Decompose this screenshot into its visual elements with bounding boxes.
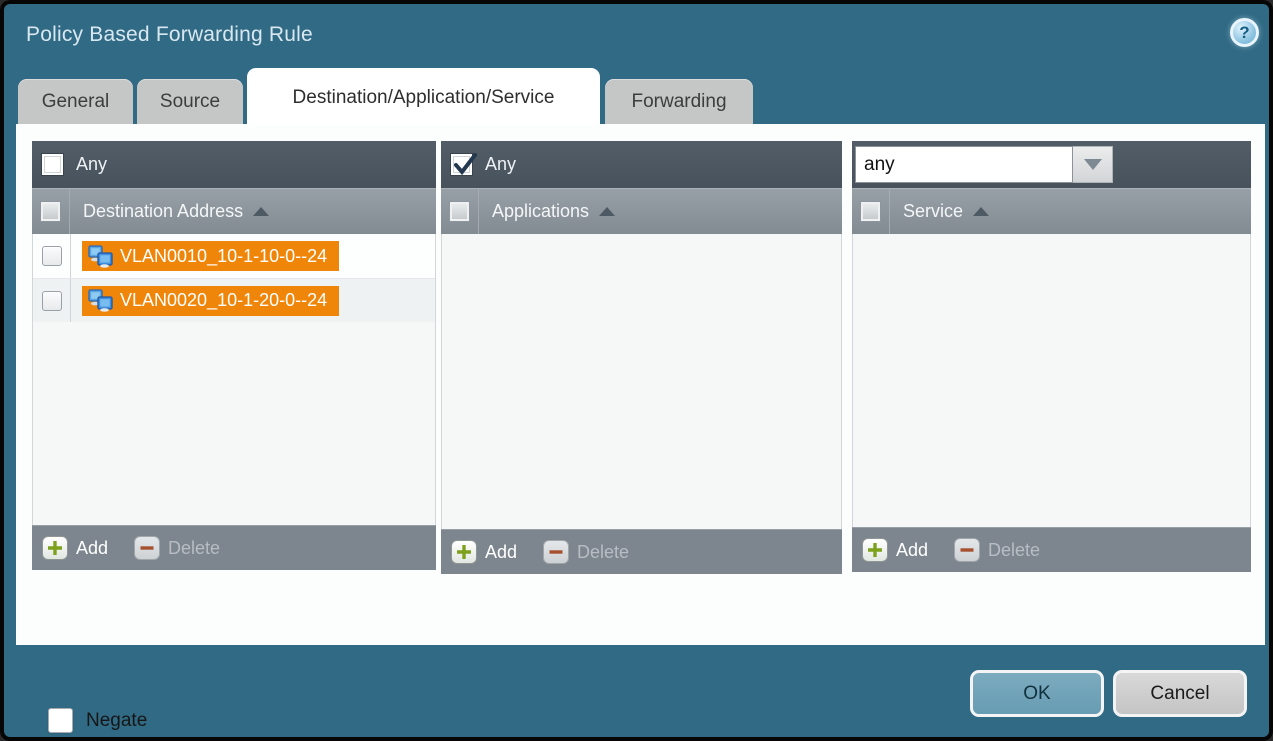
address-object-vlan0020[interactable]: VLAN0020_10-1-20-0--24 xyxy=(82,286,339,316)
checkmark-icon xyxy=(452,152,478,178)
service-header-label: Service xyxy=(903,201,963,222)
address-object-vlan0010[interactable]: VLAN0010_10-1-10-0--24 xyxy=(82,241,339,271)
delete-label: Delete xyxy=(168,538,220,559)
service-toolbar: Add Delete xyxy=(852,527,1251,572)
tab-general[interactable]: General xyxy=(18,79,133,125)
delete-icon xyxy=(954,538,980,562)
applications-column: Any Applications Add xyxy=(441,141,842,574)
add-button[interactable]: Add xyxy=(451,540,517,564)
destination-toolbar: Add Delete xyxy=(32,525,436,570)
applications-any-label: Any xyxy=(485,154,516,175)
delete-label: Delete xyxy=(577,542,629,563)
row-checkbox[interactable] xyxy=(42,246,62,266)
destination-address-column: Any Destination Address xyxy=(32,141,436,570)
sort-ascending-icon xyxy=(253,207,269,216)
negate-label: Negate xyxy=(86,710,147,732)
screenshot-frame: Policy Based Forwarding Rule ? General S… xyxy=(0,0,1273,741)
header-divider xyxy=(69,189,70,234)
add-icon xyxy=(862,538,888,562)
applications-any-bar: Any xyxy=(441,141,842,188)
tab-forwarding[interactable]: Forwarding xyxy=(605,79,753,125)
header-divider xyxy=(889,189,890,234)
add-icon xyxy=(42,536,68,560)
header-divider xyxy=(478,189,479,234)
tab-source[interactable]: Source xyxy=(137,79,243,125)
applications-select-all-checkbox[interactable] xyxy=(450,202,469,221)
destination-any-bar: Any xyxy=(32,141,436,188)
address-object-label: VLAN0020_10-1-20-0--24 xyxy=(120,290,327,311)
negate-checkbox[interactable] xyxy=(48,708,73,733)
add-label: Add xyxy=(76,538,108,559)
destination-column-header[interactable]: Destination Address xyxy=(32,188,436,234)
sort-ascending-icon xyxy=(973,207,989,216)
delete-button[interactable]: Delete xyxy=(134,536,220,560)
applications-any-checkbox[interactable] xyxy=(450,153,473,176)
applications-column-header[interactable]: Applications xyxy=(441,188,842,234)
delete-button[interactable]: Delete xyxy=(543,540,629,564)
service-combobox xyxy=(855,146,1113,183)
applications-toolbar: Add Delete xyxy=(441,529,842,574)
destination-any-label: Any xyxy=(76,154,107,175)
service-column-header[interactable]: Service xyxy=(852,188,1251,234)
dialog-title: Policy Based Forwarding Rule xyxy=(26,23,313,47)
tab-destination-application-service[interactable]: Destination/Application/Service xyxy=(247,68,600,125)
cancel-button[interactable]: Cancel xyxy=(1113,670,1247,717)
delete-button[interactable]: Delete xyxy=(954,538,1040,562)
destination-select-all-checkbox[interactable] xyxy=(41,202,60,221)
delete-label: Delete xyxy=(988,540,1040,561)
service-column: Service Add Delete xyxy=(852,141,1251,572)
help-icon[interactable]: ? xyxy=(1230,18,1259,47)
applications-list xyxy=(441,234,842,529)
network-address-icon xyxy=(87,245,114,268)
add-icon xyxy=(451,540,477,564)
row-checkbox[interactable] xyxy=(42,291,62,311)
add-label: Add xyxy=(896,540,928,561)
destination-list: VLAN0010_10-1-10-0--24 xyxy=(32,234,436,525)
table-row: VLAN0010_10-1-10-0--24 xyxy=(33,234,435,278)
applications-header-label: Applications xyxy=(492,201,589,222)
service-selector-bar xyxy=(852,141,1251,188)
service-combobox-input[interactable] xyxy=(855,146,1073,183)
pbf-rule-dialog: Policy Based Forwarding Rule ? General S… xyxy=(4,4,1269,737)
add-button[interactable]: Add xyxy=(862,538,928,562)
chevron-down-icon xyxy=(1084,159,1102,170)
table-row: VLAN0020_10-1-20-0--24 xyxy=(33,278,435,322)
delete-icon xyxy=(543,540,569,564)
negate-option: Negate xyxy=(48,708,147,733)
tab-content-panel: Any Destination Address xyxy=(16,124,1265,645)
ok-button[interactable]: OK xyxy=(970,670,1104,717)
destination-header-label: Destination Address xyxy=(83,201,243,222)
address-object-label: VLAN0010_10-1-10-0--24 xyxy=(120,246,327,267)
add-button[interactable]: Add xyxy=(42,536,108,560)
service-select-all-checkbox[interactable] xyxy=(861,202,880,221)
service-combobox-button[interactable] xyxy=(1073,146,1113,183)
destination-any-checkbox[interactable] xyxy=(41,153,64,176)
service-list xyxy=(852,234,1251,527)
delete-icon xyxy=(134,536,160,560)
sort-ascending-icon xyxy=(599,207,615,216)
add-label: Add xyxy=(485,542,517,563)
network-address-icon xyxy=(87,289,114,312)
